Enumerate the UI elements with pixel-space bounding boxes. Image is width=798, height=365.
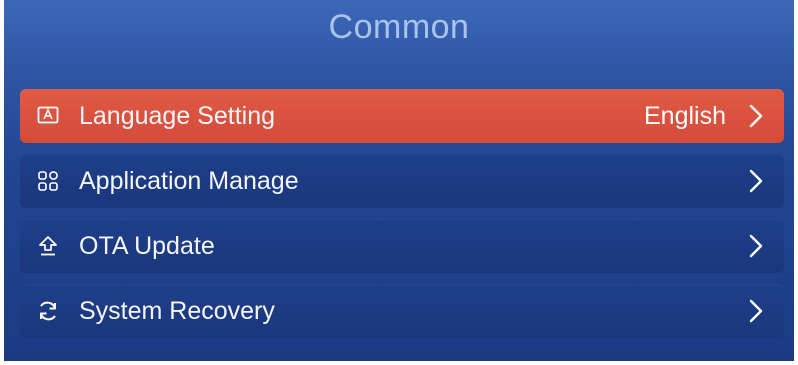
refresh-icon: [37, 300, 59, 322]
upload-arrow-icon: [37, 235, 59, 257]
chevron-right-icon: [748, 168, 764, 194]
chevron-right-icon: [748, 233, 764, 259]
settings-screen: Common Language Setting English Applicat…: [4, 0, 794, 361]
menu-item-application-manage[interactable]: Application Manage: [20, 154, 784, 208]
menu-item-system-recovery[interactable]: System Recovery: [20, 284, 784, 338]
current-language-value: English: [644, 101, 726, 130]
settings-menu: Language Setting English Application Man…: [20, 89, 784, 349]
menu-item-label: Application Manage: [79, 166, 299, 195]
chevron-right-icon: [748, 298, 764, 324]
chevron-right-icon: [748, 103, 764, 129]
page-title: Common: [328, 8, 470, 46]
menu-item-label: OTA Update: [79, 231, 215, 260]
menu-item-label: Language Setting: [79, 101, 276, 130]
language-icon: [37, 105, 59, 127]
apps-grid-icon: [37, 170, 59, 192]
menu-item-label: System Recovery: [79, 296, 275, 325]
menu-item-ota-update[interactable]: OTA Update: [20, 219, 784, 273]
menu-item-language-setting[interactable]: Language Setting English: [20, 89, 784, 143]
